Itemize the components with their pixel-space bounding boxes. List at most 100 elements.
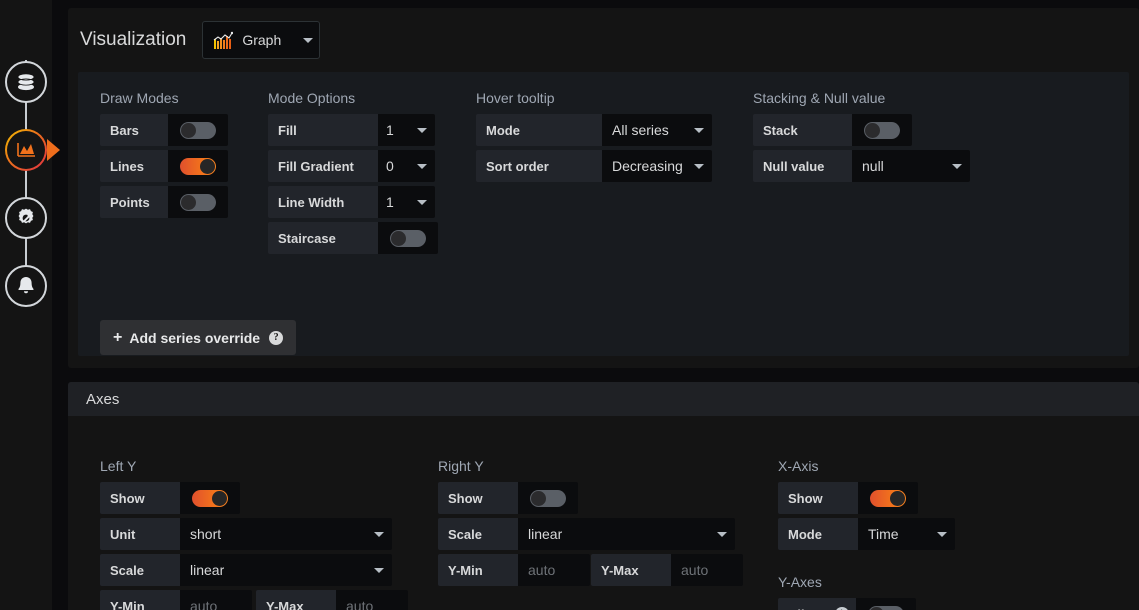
option-label-align-text: Align	[788, 607, 821, 610]
select-fill-gradient[interactable]: 0	[378, 150, 435, 182]
gear-wrench-icon	[18, 208, 34, 224]
select-right-y-scale-value: linear	[528, 526, 563, 542]
option-label-right-y-max: Y-Max	[591, 554, 671, 586]
visualization-header: Visualization Graph	[68, 8, 1139, 72]
option-label-left-y-min: Y-Min	[100, 590, 180, 610]
toggle-staircase[interactable]	[378, 222, 438, 254]
select-x-axis-mode[interactable]: Time	[858, 518, 955, 550]
input-left-y-min[interactable]	[180, 590, 252, 610]
select-line-width[interactable]: 1	[378, 186, 435, 218]
input-right-y-min[interactable]	[518, 554, 590, 586]
toggle-right-y-show[interactable]	[518, 482, 578, 514]
chevron-down-icon	[694, 127, 704, 133]
select-left-y-scale[interactable]: linear	[180, 554, 392, 586]
nav-item-visualization-circle	[5, 129, 47, 171]
toggle-points[interactable]	[168, 186, 228, 218]
option-row-sort-order: Sort order Decreasing	[476, 150, 721, 182]
bar-chart-icon	[213, 31, 234, 49]
toggle-lines[interactable]	[168, 150, 228, 182]
chevron-down-icon	[694, 163, 704, 169]
visualization-panel: Visualization Graph Draw Modes Bars Line…	[68, 8, 1139, 368]
select-line-width-value: 1	[386, 194, 394, 210]
option-row-right-y-scale: Scale linear	[438, 518, 743, 550]
option-label-stack: Stack	[753, 114, 852, 146]
group-left-y: Left Y Show Unit short Scale linear Y-Mi…	[100, 458, 420, 610]
option-row-left-y-unit: Unit short	[100, 518, 420, 550]
select-sort-order[interactable]: Decreasing	[602, 150, 712, 182]
select-x-axis-mode-value: Time	[868, 526, 899, 542]
option-label-x-axis-show: Show	[778, 482, 858, 514]
select-fill[interactable]: 1	[378, 114, 435, 146]
toggle-staircase-track	[390, 229, 426, 247]
option-row-right-y-minmax: Y-Min Y-Max	[438, 554, 743, 586]
panel-editor-root: Visualization Graph Draw Modes Bars Line…	[0, 0, 1139, 610]
option-row-align: Align i	[778, 598, 1088, 610]
question-mark-icon[interactable]: ?	[269, 330, 284, 345]
group-mode-options: Mode Options Fill 1 Fill Gradient 0 Line…	[268, 90, 478, 258]
option-label-left-y-scale: Scale	[100, 554, 180, 586]
group-y-axes-label: Y-Axes	[778, 574, 822, 590]
add-series-override-button[interactable]: + Add series override ?	[100, 320, 297, 355]
option-label-align: Align i	[778, 598, 856, 610]
nav-item-queries-circle	[5, 61, 47, 103]
axes-options-body: Left Y Show Unit short Scale linear Y-Mi…	[78, 416, 1129, 610]
option-label-tooltip-mode: Mode	[476, 114, 602, 146]
nav-item-general[interactable]	[4, 196, 48, 240]
option-label-left-y-unit: Unit	[100, 518, 180, 550]
input-right-y-max[interactable]	[671, 554, 743, 586]
add-series-override-label: Add series override	[129, 329, 261, 346]
option-row-x-axis-show: Show	[778, 482, 1088, 514]
chevron-down-icon	[952, 163, 962, 169]
chevron-down-icon	[717, 531, 727, 537]
chevron-down-icon	[417, 163, 427, 169]
group-hover-tooltip-label: Hover tooltip	[476, 90, 555, 106]
select-left-y-unit[interactable]: short	[180, 518, 392, 550]
chevron-down-icon	[374, 567, 384, 573]
option-row-stack: Stack	[753, 114, 988, 146]
toggle-left-y-show[interactable]	[180, 482, 240, 514]
toggle-lines-track	[180, 157, 216, 175]
select-null-value-value: null	[862, 158, 884, 174]
option-label-fill: Fill	[268, 114, 378, 146]
toggle-stack[interactable]	[852, 114, 912, 146]
bell-icon	[18, 277, 34, 294]
select-right-y-scale[interactable]: linear	[518, 518, 735, 550]
group-left-y-label: Left Y	[100, 458, 137, 474]
nav-item-alert[interactable]	[4, 264, 48, 308]
chevron-down-icon	[417, 199, 427, 205]
option-row-left-y-show: Show	[100, 482, 420, 514]
select-null-value[interactable]: null	[852, 150, 970, 182]
option-row-tooltip-mode: Mode All series	[476, 114, 721, 146]
select-tooltip-mode[interactable]: All series	[602, 114, 712, 146]
option-label-right-y-min: Y-Min	[438, 554, 518, 586]
option-row-right-y-show: Show	[438, 482, 743, 514]
select-left-y-scale-value: linear	[190, 562, 225, 578]
toggle-align[interactable]	[856, 598, 916, 610]
toggle-bars-track	[180, 121, 216, 139]
option-row-null-value: Null value null	[753, 150, 988, 182]
group-right-y-label: Right Y	[438, 458, 484, 474]
nav-item-queries[interactable]	[4, 60, 48, 104]
nav-item-visualization[interactable]	[4, 128, 48, 172]
option-cell-right-y-max: Y-Max	[591, 554, 743, 586]
input-left-y-max[interactable]	[336, 590, 408, 610]
option-row-left-y-minmax: Y-Min Y-Max	[100, 590, 420, 610]
axes-panel-title: Axes	[68, 382, 1139, 416]
toggle-points-track	[180, 193, 216, 211]
toggle-bars[interactable]	[168, 114, 228, 146]
toggle-x-axis-show-track	[870, 489, 906, 507]
toggle-x-axis-show[interactable]	[858, 482, 918, 514]
option-label-left-y-show: Show	[100, 482, 180, 514]
select-sort-order-value: Decreasing	[612, 158, 683, 174]
option-row-line-width: Line Width 1	[268, 186, 478, 218]
option-row-fill: Fill 1	[268, 114, 478, 146]
option-label-left-y-max: Y-Max	[256, 590, 336, 610]
visualization-type-picker[interactable]: Graph	[202, 21, 321, 59]
visualization-type-label: Graph	[242, 32, 282, 48]
group-y-axes: Y-Axes Align i	[778, 574, 1088, 610]
database-icon	[17, 73, 35, 91]
toggle-align-track	[868, 605, 904, 610]
option-cell-left-y-min: Y-Min	[100, 590, 252, 610]
axes-panel: Axes Left Y Show Unit short Scale linear…	[68, 382, 1139, 610]
group-x-axis-label: X-Axis	[778, 458, 819, 474]
